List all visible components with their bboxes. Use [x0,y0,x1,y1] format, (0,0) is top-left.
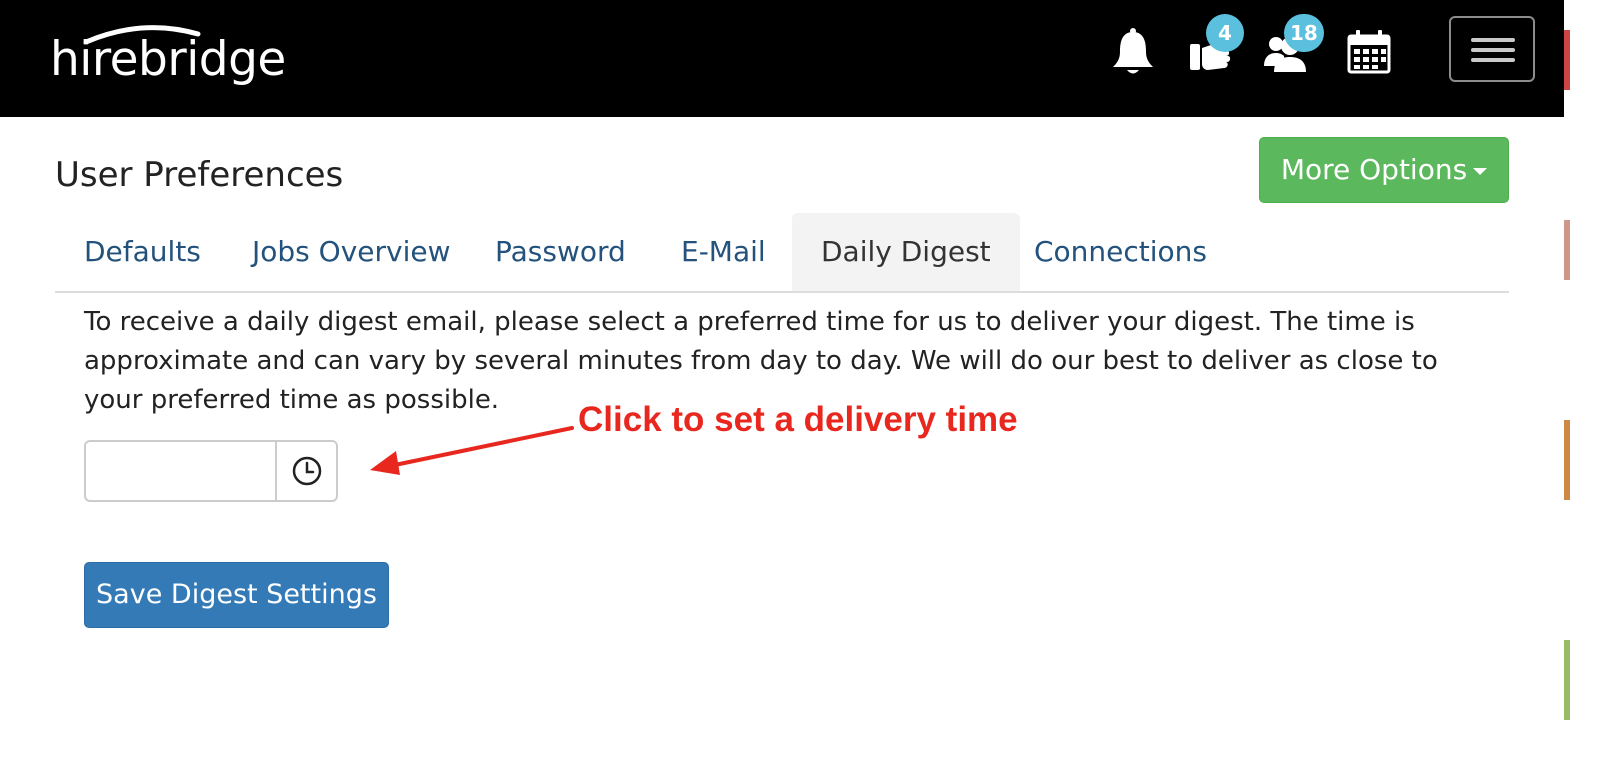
preferences-tabs: Defaults Jobs Overview Password E-Mail D… [55,213,1509,293]
caret-down-icon [1473,167,1488,175]
tab-email[interactable]: E-Mail [652,213,795,291]
brand-logo[interactable]: hirebridge [50,30,286,90]
annotation-arrow [370,426,574,475]
more-options-label: More Options [1280,153,1468,186]
delivery-time-input[interactable] [86,442,275,500]
hamburger-icon [1471,38,1515,42]
contacts-count-badge: 18 [1284,14,1324,52]
more-options-button[interactable]: More Options [1259,137,1509,203]
messages-count-badge: 4 [1206,14,1244,52]
bell-icon[interactable] [1108,26,1158,78]
page-title: User Preferences [55,155,344,195]
calendar-icon[interactable] [1344,26,1394,78]
clock-icon [292,456,322,486]
time-picker-button[interactable] [275,442,336,500]
save-digest-settings-button[interactable]: Save Digest Settings [84,562,389,628]
menu-toggle-button[interactable] [1449,16,1535,82]
tab-jobs-overview[interactable]: Jobs Overview [223,213,479,291]
annotation-label: Click to set a delivery time [578,400,1018,439]
top-navbar: hirebridge 4 18 [0,0,1564,117]
tab-daily-digest[interactable]: Daily Digest [792,213,1020,291]
delivery-time-picker [84,440,338,502]
tab-password[interactable]: Password [466,213,655,291]
tab-connections[interactable]: Connections [1005,213,1236,291]
tab-defaults[interactable]: Defaults [55,213,230,291]
